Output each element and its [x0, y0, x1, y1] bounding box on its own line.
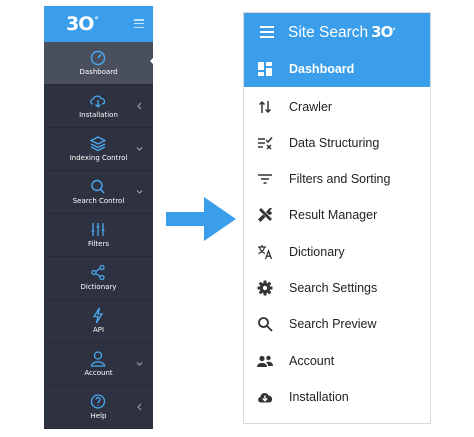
- chevron-left-icon: [136, 102, 143, 110]
- list-check-icon: [257, 135, 273, 151]
- old-sidebar-item-label: Dashboard: [79, 68, 118, 76]
- sidebar-item-label: Dashboard: [289, 62, 355, 76]
- old-sidebar-item-help[interactable]: Help: [44, 386, 153, 429]
- old-sidebar-header: 3O°: [44, 6, 153, 42]
- old-sidebar-item-label: Filters: [88, 240, 109, 248]
- sidebar-item-search-settings[interactable]: Search Settings: [244, 270, 430, 306]
- old-sidebar-item-api[interactable]: API: [44, 300, 153, 343]
- search-icon: [257, 316, 273, 332]
- old-logo[interactable]: 3O°: [66, 13, 99, 35]
- arrow-right-icon: [166, 197, 236, 241]
- sidebar-item-result-manager[interactable]: Result Manager: [244, 197, 430, 233]
- filter-lines-icon: [257, 171, 273, 187]
- old-sidebar-item-filters[interactable]: Filters: [44, 214, 153, 257]
- chevron-down-icon: [136, 145, 143, 153]
- chevron-down-icon: [136, 188, 143, 196]
- old-sidebar-item-account[interactable]: Account: [44, 343, 153, 386]
- app-title[interactable]: Site Search 3O°: [288, 22, 396, 43]
- menu-icon[interactable]: [260, 26, 274, 38]
- sidebar-item-label: Account: [289, 354, 335, 368]
- menu-icon[interactable]: [134, 19, 144, 29]
- chevron-left-icon: [136, 403, 143, 411]
- search-icon: [88, 178, 108, 195]
- old-sidebar-item-label: API: [92, 326, 105, 334]
- old-sidebar-item-label: Dictionary: [80, 283, 117, 291]
- lightning-icon: [88, 307, 108, 324]
- sidebar-item-crawler[interactable]: Crawler: [244, 89, 430, 125]
- sidebar-item-filters-and-sorting[interactable]: Filters and Sorting: [244, 161, 430, 197]
- old-sidebar-item-indexing-control[interactable]: Indexing Control: [44, 128, 153, 171]
- old-sidebar-item-dictionary[interactable]: Dictionary: [44, 257, 153, 300]
- old-sidebar-item-label: Installation: [79, 111, 118, 119]
- old-sidebar-item-label: Account: [84, 369, 113, 377]
- sidebar-item-dashboard[interactable]: Dashboard: [244, 51, 430, 87]
- dashboard-grid-icon: [257, 61, 273, 77]
- active-indicator: [150, 56, 155, 66]
- old-sidebar-item-label: Search Control: [72, 197, 125, 205]
- chevron-down-icon: [136, 360, 143, 368]
- help-circle-icon: [88, 393, 108, 410]
- app-title-text: Site Search: [288, 24, 369, 41]
- sidebar-item-account[interactable]: Account: [244, 343, 430, 379]
- sidebar-item-label: Installation: [289, 390, 349, 404]
- sidebar-item-search-preview[interactable]: Search Preview: [244, 306, 430, 342]
- old-sidebar-item-installation[interactable]: Installation: [44, 85, 153, 128]
- sidebar-item-installation[interactable]: Installation: [244, 379, 430, 415]
- old-sidebar-item-label: Indexing Control: [69, 154, 128, 162]
- cloud-download-icon: [88, 92, 108, 109]
- dashboard-gauge-icon: [88, 49, 108, 66]
- sidebar-item-label: Data Structuring: [289, 136, 380, 150]
- sidebar-item-dictionary[interactable]: Dictionary: [244, 234, 430, 270]
- tools-icon: [257, 207, 273, 223]
- share-icon: [88, 264, 108, 281]
- sidebar-item-label: Filters and Sorting: [289, 172, 391, 186]
- translate-icon: [257, 244, 273, 260]
- old-sidebar: 3O° Dashboard Installation Indexing Cont…: [44, 6, 155, 429]
- gear-icon: [257, 280, 273, 296]
- cloud-download-icon: [257, 389, 273, 405]
- layers-icon: [88, 135, 108, 152]
- user-icon: [88, 350, 108, 367]
- new-sidebar: Site Search 3O° Dashboard Crawler Data St…: [243, 12, 431, 424]
- sidebar-item-label: Crawler: [289, 100, 333, 114]
- people-icon: [257, 353, 273, 369]
- sidebar-item-data-structuring[interactable]: Data Structuring: [244, 125, 430, 161]
- sidebar-item-label: Search Preview: [289, 317, 377, 331]
- old-sidebar-item-search-control[interactable]: Search Control: [44, 171, 153, 214]
- sidebar-item-label: Search Settings: [289, 281, 378, 295]
- old-sidebar-item-dashboard[interactable]: Dashboard: [44, 42, 155, 85]
- sidebar-item-label: Result Manager: [289, 208, 378, 222]
- sort-arrows-icon: [257, 99, 273, 115]
- old-sidebar-item-label: Help: [90, 412, 107, 420]
- new-sidebar-header: Site Search 3O°: [244, 13, 430, 51]
- sliders-icon: [88, 221, 108, 238]
- new-logo: 3O°: [371, 23, 396, 41]
- sidebar-item-label: Dictionary: [289, 245, 345, 259]
